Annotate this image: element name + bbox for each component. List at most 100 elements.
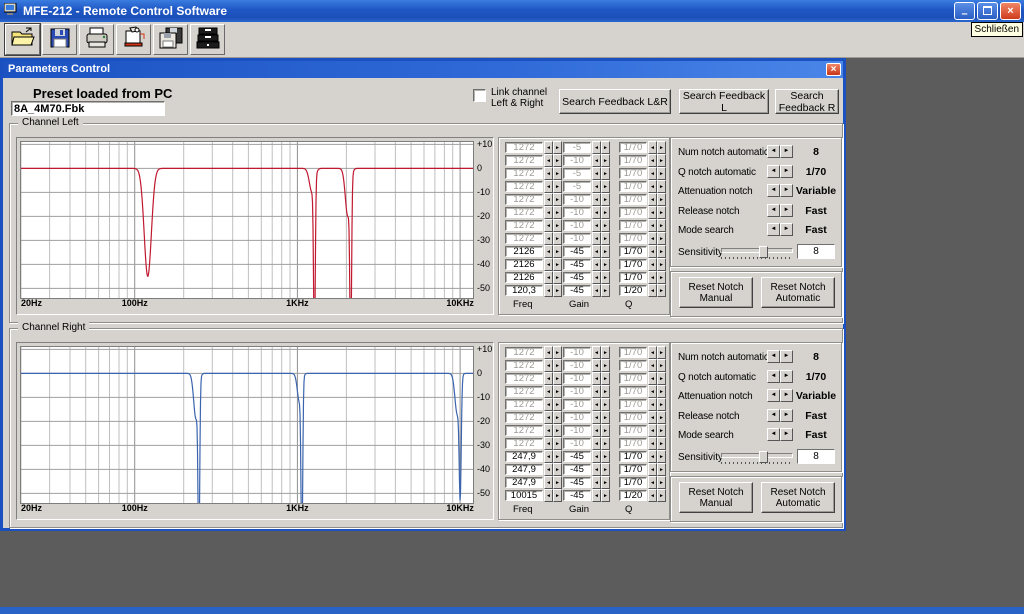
gain-spin-down[interactable]: ◄ [592, 206, 601, 219]
freq-spin-up[interactable]: ► [553, 385, 562, 398]
q-spin-down[interactable]: ◄ [648, 154, 657, 167]
sensitivity-value[interactable] [797, 449, 835, 464]
q-spin-up[interactable]: ► [657, 385, 666, 398]
gain-input[interactable] [563, 259, 591, 270]
gain-spin-down[interactable]: ◄ [592, 141, 601, 154]
freq-spin-up[interactable]: ► [553, 167, 562, 180]
freq-spin-down[interactable]: ◄ [544, 346, 553, 359]
gain-input[interactable] [563, 477, 591, 488]
param-spin-up[interactable]: ► [780, 204, 793, 217]
gain-spin-down[interactable]: ◄ [592, 180, 601, 193]
gain-input[interactable] [563, 207, 591, 218]
link-channel-checkbox[interactable]: Link channel Left & Right [473, 87, 547, 109]
gain-spin-down[interactable]: ◄ [592, 437, 601, 450]
freq-input[interactable] [505, 490, 543, 501]
q-spin-up[interactable]: ► [657, 232, 666, 245]
param-spin-down[interactable]: ◄ [767, 145, 780, 158]
q-spin-down[interactable]: ◄ [648, 359, 657, 372]
q-spin-up[interactable]: ► [657, 154, 666, 167]
param-spin-up[interactable]: ► [780, 370, 793, 383]
q-spin-up[interactable]: ► [657, 359, 666, 372]
freq-spin-up[interactable]: ► [553, 359, 562, 372]
freq-spin-down[interactable]: ◄ [544, 180, 553, 193]
freq-spin-down[interactable]: ◄ [544, 219, 553, 232]
gain-spin-up[interactable]: ► [601, 372, 610, 385]
q-spin-down[interactable]: ◄ [648, 180, 657, 193]
preset-input[interactable] [11, 101, 165, 116]
q-spin-up[interactable]: ► [657, 489, 666, 502]
q-spin-up[interactable]: ► [657, 141, 666, 154]
q-input[interactable] [619, 477, 647, 488]
freq-spin-down[interactable]: ◄ [544, 271, 553, 284]
q-spin-up[interactable]: ► [657, 346, 666, 359]
gain-spin-up[interactable]: ► [601, 167, 610, 180]
gain-spin-up[interactable]: ► [601, 398, 610, 411]
q-input[interactable] [619, 181, 647, 192]
q-input[interactable] [619, 425, 647, 436]
q-spin-down[interactable]: ◄ [648, 271, 657, 284]
gain-spin-down[interactable]: ◄ [592, 476, 601, 489]
gain-input[interactable] [563, 412, 591, 423]
q-spin-up[interactable]: ► [657, 424, 666, 437]
freq-spin-up[interactable]: ► [553, 372, 562, 385]
q-input[interactable] [619, 259, 647, 270]
q-input[interactable] [619, 386, 647, 397]
q-spin-down[interactable]: ◄ [648, 476, 657, 489]
gain-input[interactable] [563, 285, 591, 296]
freq-spin-down[interactable]: ◄ [544, 232, 553, 245]
gain-spin-down[interactable]: ◄ [592, 372, 601, 385]
freq-spin-down[interactable]: ◄ [544, 398, 553, 411]
freq-input[interactable] [505, 220, 543, 231]
gain-input[interactable] [563, 438, 591, 449]
freq-input[interactable] [505, 347, 543, 358]
gain-spin-down[interactable]: ◄ [592, 385, 601, 398]
q-spin-up[interactable]: ► [657, 219, 666, 232]
gain-spin-up[interactable]: ► [601, 180, 610, 193]
gain-spin-up[interactable]: ► [601, 193, 610, 206]
freq-input[interactable] [505, 360, 543, 371]
gain-spin-down[interactable]: ◄ [592, 450, 601, 463]
slider-track[interactable] [721, 453, 793, 458]
freq-spin-up[interactable]: ► [553, 271, 562, 284]
q-input[interactable] [619, 246, 647, 257]
q-input[interactable] [619, 399, 647, 410]
param-spin-up[interactable]: ► [780, 184, 793, 197]
gain-input[interactable] [563, 220, 591, 231]
reset-notch-automatic-button[interactable]: Reset NotchAutomatic [761, 482, 835, 513]
q-spin-down[interactable]: ◄ [648, 232, 657, 245]
freq-spin-down[interactable]: ◄ [544, 437, 553, 450]
freq-input[interactable] [505, 399, 543, 410]
freq-spin-up[interactable]: ► [553, 206, 562, 219]
freq-spin-down[interactable]: ◄ [544, 489, 553, 502]
freq-input[interactable] [505, 412, 543, 423]
freq-spin-up[interactable]: ► [553, 411, 562, 424]
gain-spin-up[interactable]: ► [601, 219, 610, 232]
reset-notch-manual-button[interactable]: Reset NotchManual [679, 482, 753, 513]
q-input[interactable] [619, 464, 647, 475]
freq-input[interactable] [505, 438, 543, 449]
freq-spin-down[interactable]: ◄ [544, 385, 553, 398]
gain-spin-down[interactable]: ◄ [592, 167, 601, 180]
search-feedback-l-button[interactable]: Search Feedback L [679, 89, 769, 114]
q-spin-down[interactable]: ◄ [648, 372, 657, 385]
freq-spin-up[interactable]: ► [553, 245, 562, 258]
gain-spin-up[interactable]: ► [601, 437, 610, 450]
freq-spin-up[interactable]: ► [553, 219, 562, 232]
q-spin-down[interactable]: ◄ [648, 437, 657, 450]
q-spin-down[interactable]: ◄ [648, 398, 657, 411]
freq-spin-down[interactable]: ◄ [544, 411, 553, 424]
freq-spin-down[interactable]: ◄ [544, 424, 553, 437]
minimize-button[interactable]: – [954, 2, 975, 20]
freq-input[interactable] [505, 373, 543, 384]
q-spin-up[interactable]: ► [657, 437, 666, 450]
freq-input[interactable] [505, 386, 543, 397]
freq-spin-down[interactable]: ◄ [544, 193, 553, 206]
param-spin-down[interactable]: ◄ [767, 350, 780, 363]
gain-input[interactable] [563, 386, 591, 397]
gain-input[interactable] [563, 272, 591, 283]
gain-spin-down[interactable]: ◄ [592, 193, 601, 206]
freq-input[interactable] [505, 207, 543, 218]
gain-input[interactable] [563, 451, 591, 462]
q-input[interactable] [619, 155, 647, 166]
q-input[interactable] [619, 142, 647, 153]
